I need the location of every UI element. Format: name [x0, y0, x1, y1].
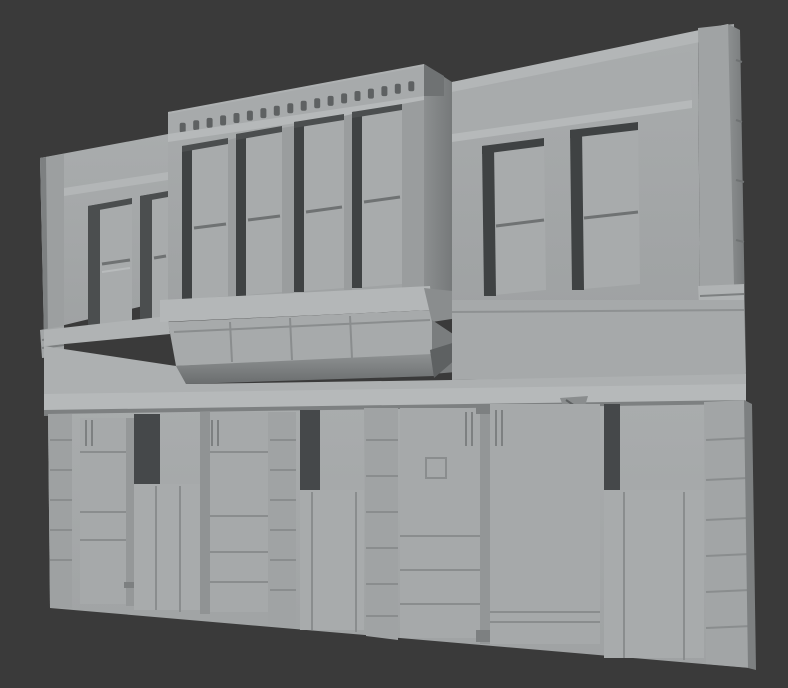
3d-viewport[interactable]	[0, 0, 788, 688]
center-window-4	[352, 104, 402, 288]
dentil	[260, 108, 267, 119]
dentil	[314, 98, 321, 109]
center-window-3	[294, 114, 344, 292]
dentil	[233, 113, 240, 123]
storefront-bay-5	[490, 404, 600, 644]
dentil	[408, 81, 415, 92]
dentil	[354, 91, 361, 101]
dentil	[300, 100, 307, 111]
upper-right-window-2	[570, 122, 640, 290]
upper-right-window-1	[482, 138, 546, 296]
dentil	[273, 105, 280, 116]
storefront-bay-4	[400, 408, 482, 638]
upper-left-window-1	[88, 198, 132, 330]
dentil	[394, 83, 401, 94]
dentil	[287, 103, 294, 114]
dentil	[206, 117, 213, 128]
building-facade-model	[40, 24, 756, 670]
dentil	[341, 93, 348, 104]
ground-floor	[48, 400, 756, 670]
dentil	[367, 88, 374, 99]
upper-right-wing	[451, 24, 746, 380]
dentil	[220, 115, 227, 126]
center-window-2	[236, 126, 282, 296]
upper-left-wing	[40, 134, 170, 358]
dentil	[193, 120, 200, 131]
dentil	[246, 110, 253, 121]
storefront-bay-1	[80, 418, 136, 606]
center-window-1	[182, 138, 228, 300]
dentil	[179, 122, 186, 133]
dentil	[327, 95, 334, 106]
dentil	[381, 86, 388, 97]
center-bay	[160, 64, 464, 384]
